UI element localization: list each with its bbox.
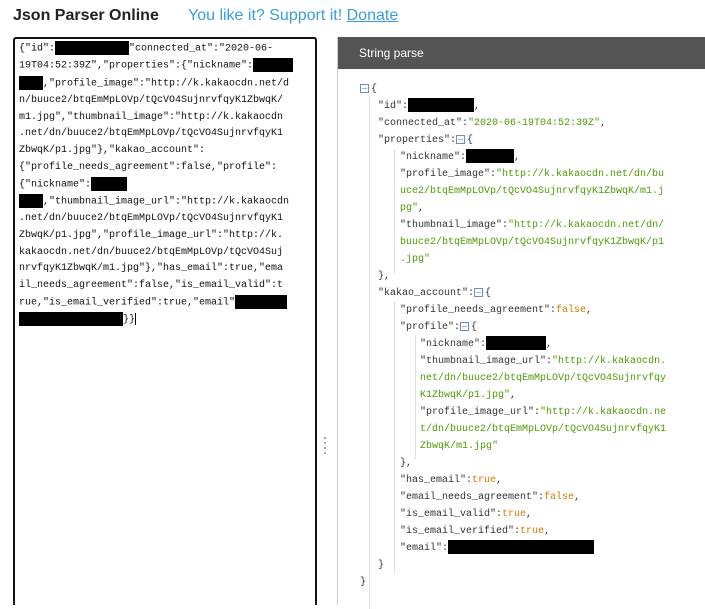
editor-text-segment: m1.jpg","thumbnail_image":"http://k.kaka…: [19, 111, 284, 123]
tree-account-close: }: [378, 560, 385, 571]
redacted-value: [55, 41, 130, 55]
editor-text-segment: il_needs_agreement":false,"is_email_vali…: [19, 280, 284, 292]
editor-text-segment: .net/dn/buuce2/btqEmMpLOVp/tQcVO4Sujnrvf…: [19, 213, 284, 225]
redacted-value: [408, 98, 475, 113]
app-title: Json Parser Online: [13, 7, 159, 24]
collapse-toggle-icon[interactable]: −: [360, 83, 369, 93]
json-input-editor[interactable]: {"id": "connected_at":"2020-06- 19T04:52:…: [13, 37, 317, 605]
tree-node-profile-image-cont: pg",: [400, 203, 425, 214]
tree-node-has-email: "has_email":true,: [400, 475, 503, 486]
redacted-value: [19, 75, 43, 90]
text-caret: [135, 313, 137, 326]
panel-title: String parse: [359, 46, 424, 60]
redacted-value: [91, 176, 128, 191]
tree-node-id: "id":,: [378, 98, 480, 115]
tree-node-connected-at: "connected_at":"2020-06-19T04:52:39Z",: [378, 118, 607, 129]
tree-node-kakao-account: "kakao_account":−{: [378, 287, 492, 299]
tree-guide-line: [394, 301, 395, 573]
tree-guide-line: [369, 97, 370, 609]
editor-text-segment: ZbwqK/p1.jpg"},"kakao_account":: [19, 145, 206, 157]
redacted-value: [235, 294, 288, 309]
redacted-value: [19, 312, 123, 327]
tree-guide-line: [415, 335, 416, 459]
editor-text-segment: ZbwqK/p1.jpg","profile_image_url":"http:…: [19, 229, 284, 241]
editor-text-segment: kakaocdn.net/dn/buuce2/btqEmMpLOVp/tQcVO…: [19, 246, 284, 258]
redacted-value: [253, 58, 294, 73]
collapse-toggle-icon[interactable]: −: [460, 321, 470, 331]
editor-text-segment: "connected_at":"2020-06-: [129, 43, 274, 55]
tree-node-nickname: "nickname":,: [400, 149, 520, 166]
tree-node-profile-image-url-cont: t/dn/buuce2/btqEmMpLOVp/tQcVO4SujnrvfqyK…: [420, 424, 667, 435]
editor-text-segment: {"nickname":: [19, 179, 92, 191]
tree-properties-close: },: [378, 271, 391, 282]
tree-profile-close: },: [400, 458, 413, 469]
tree-node-thumbnail-image-url-cont: net/dn/buuce2/btqEmMpLOVp/tQcVO4Sujnrvfq…: [420, 373, 667, 384]
tree-node-thumbnail-image-cont: buuce2/btqEmMpLOVp/tQcVO4SujnrvfqyK1Zbwq…: [400, 237, 665, 248]
tree-node-thumbnail-image-url: "thumbnail_image_url":"http://k.kakaocdn…: [420, 356, 667, 367]
redacted-value: [448, 540, 595, 555]
tree-node-profile-image: "profile_image":"http://k.kakaocdn.net/d…: [400, 169, 665, 180]
editor-text-segment: nrvfqyK1ZbwqK/m1.jpg"},"has_email":true,…: [19, 263, 284, 275]
editor-text-segment: n/buuce2/btqEmMpLOVp/tQcVO4SujnrvfqyK1Zb…: [19, 95, 284, 107]
redacted-value: [486, 336, 547, 351]
tree-guide-line: [394, 149, 395, 273]
tree-node-profile: "profile":−{: [400, 321, 478, 333]
panel-header: String parse: [338, 37, 705, 69]
tree-node-email-needs-agreement: "email_needs_agreement":false,: [400, 492, 581, 503]
tree-node-thumbnail-image: "thumbnail_image":"http://k.kakaocdn.net…: [400, 220, 665, 231]
redacted-value: [19, 193, 43, 208]
editor-text-segment: {"profile_needs_agreement":false,"profil…: [19, 161, 278, 173]
tree-node-is-email-valid: "is_email_valid":true,: [400, 509, 533, 520]
tree-node-profile-image-url-cont: ZbwqK/m1.jpg": [420, 441, 499, 452]
redacted-value: [466, 149, 515, 164]
collapse-toggle-icon[interactable]: −: [456, 134, 466, 144]
tree-root-close: }: [360, 577, 367, 588]
string-parse-panel: String parse −{ "id":, "connected_at":"2…: [337, 37, 705, 609]
json-input-text[interactable]: {"id": "connected_at":"2020-06- 19T04:52:…: [15, 39, 315, 329]
collapse-toggle-icon[interactable]: −: [474, 287, 484, 297]
splitter-handle[interactable]: [323, 437, 327, 461]
tree-node-profile-nickname: "nickname":,: [420, 336, 552, 353]
tree-node-is-email-verified: "is_email_verified":true,: [400, 526, 551, 537]
editor-text-segment: .net/dn/buuce2/btqEmMpLOVp/tQcVO4Sujnrvf…: [19, 128, 284, 140]
editor-text-segment: rue,"is_email_verified":true,"email": [19, 297, 236, 309]
tree-node-thumbnail-image-cont: .jpg": [400, 254, 431, 265]
tree-node-profile-needs-agreement: "profile_needs_agreement":false,: [400, 305, 593, 316]
support-message: You like it? Support it! Donate: [188, 7, 398, 25]
tree-node-profile-image-url: "profile_image_url":"http://k.kakaocdn.n…: [420, 407, 667, 418]
editor-text-segment: ,"thumbnail_image_url":"http://k.kakaocd…: [43, 196, 290, 208]
tree-node-profile-image-cont: uce2/btqEmMpLOVp/tQcVO4SujnrvfqyK1ZbwqK/…: [400, 186, 665, 197]
header: Json Parser Online You like it? Support …: [0, 0, 705, 34]
editor-text-segment: }}: [123, 314, 136, 326]
tree-root-open: −{: [360, 83, 378, 95]
editor-text-segment: ,"profile_image":"http://k.kakaocdn.net/…: [43, 78, 290, 90]
tree-node-properties: "properties":−{: [378, 134, 474, 146]
tree-node-email: "email":: [400, 540, 595, 557]
editor-text-segment: 19T04:52:39Z","properties":{"nickname":: [19, 60, 254, 72]
tree-node-thumbnail-image-url-cont: K1ZbwqK/p1.jpg",: [420, 390, 517, 401]
donate-link[interactable]: Donate: [347, 7, 399, 24]
editor-text-segment: {"id":: [19, 43, 56, 55]
support-text: You like it? Support it!: [188, 7, 343, 24]
